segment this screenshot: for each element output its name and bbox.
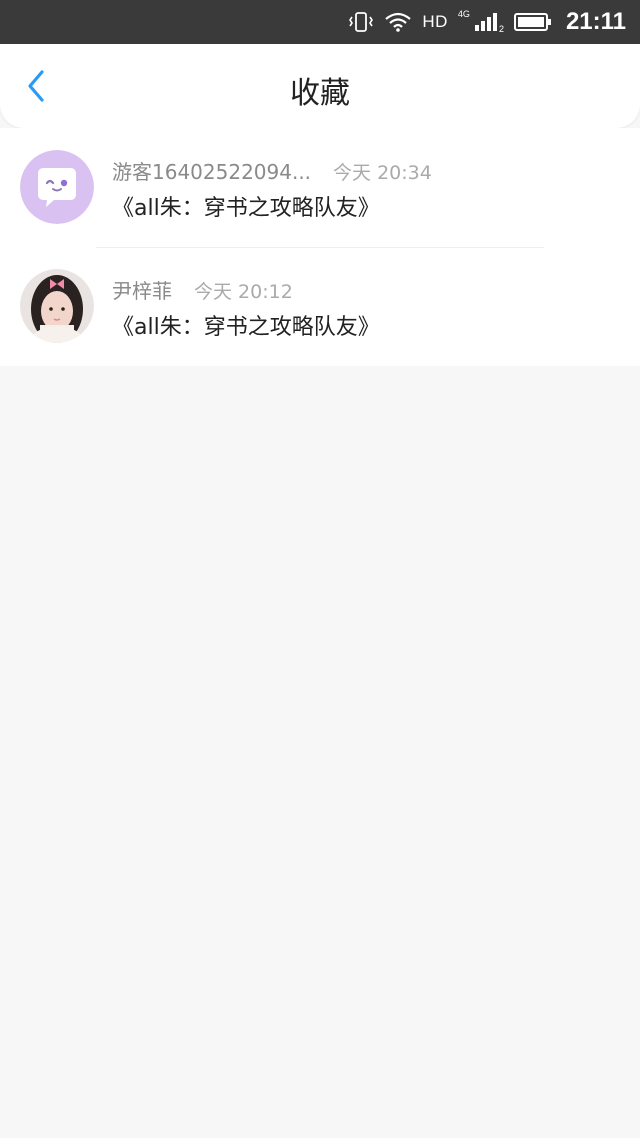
battery-icon bbox=[513, 12, 552, 32]
author-name[interactable]: 尹梓菲 bbox=[112, 275, 172, 304]
network-type: 4G bbox=[457, 9, 470, 19]
clock: 21:11 bbox=[565, 8, 626, 35]
signal-icon: 2 bbox=[474, 11, 504, 33]
book-title[interactable]: 《all朱：穿书之攻略队友》 bbox=[112, 190, 380, 222]
timestamp: 今天 20:34 bbox=[333, 162, 432, 184]
author-name[interactable]: 游客16402522094... bbox=[112, 156, 311, 185]
book-title[interactable]: 《all朱：穿书之攻略队友》 bbox=[112, 309, 380, 341]
page-title: 收藏 bbox=[290, 76, 350, 111]
vibrate-icon bbox=[348, 11, 374, 33]
header-bar: 收藏 bbox=[0, 44, 640, 128]
timestamp: 今天 20:12 bbox=[194, 281, 293, 303]
avatar[interactable] bbox=[20, 150, 94, 224]
status-bar: HD 4G 2 21:11 bbox=[0, 0, 640, 44]
chat-bubble-avatar-icon bbox=[20, 150, 94, 224]
avatar[interactable] bbox=[20, 269, 94, 343]
list-item[interactable]: 游客16402522094... 今天 20:34 《all朱：穿书之攻略队友》 bbox=[0, 128, 640, 247]
favorites-list: 游客16402522094... 今天 20:34 《all朱：穿书之攻略队友》 bbox=[0, 128, 640, 366]
wifi-icon bbox=[384, 11, 412, 33]
network-sub: 2 bbox=[499, 24, 504, 33]
hd-indicator: HD bbox=[422, 12, 448, 31]
list-item[interactable]: 尹梓菲 今天 20:12 《all朱：穿书之攻略队友》 bbox=[0, 247, 640, 366]
user-photo-avatar-icon bbox=[20, 269, 94, 343]
item-meta: 尹梓菲 今天 20:12 bbox=[112, 275, 293, 304]
item-meta: 游客16402522094... 今天 20:34 bbox=[112, 156, 432, 185]
